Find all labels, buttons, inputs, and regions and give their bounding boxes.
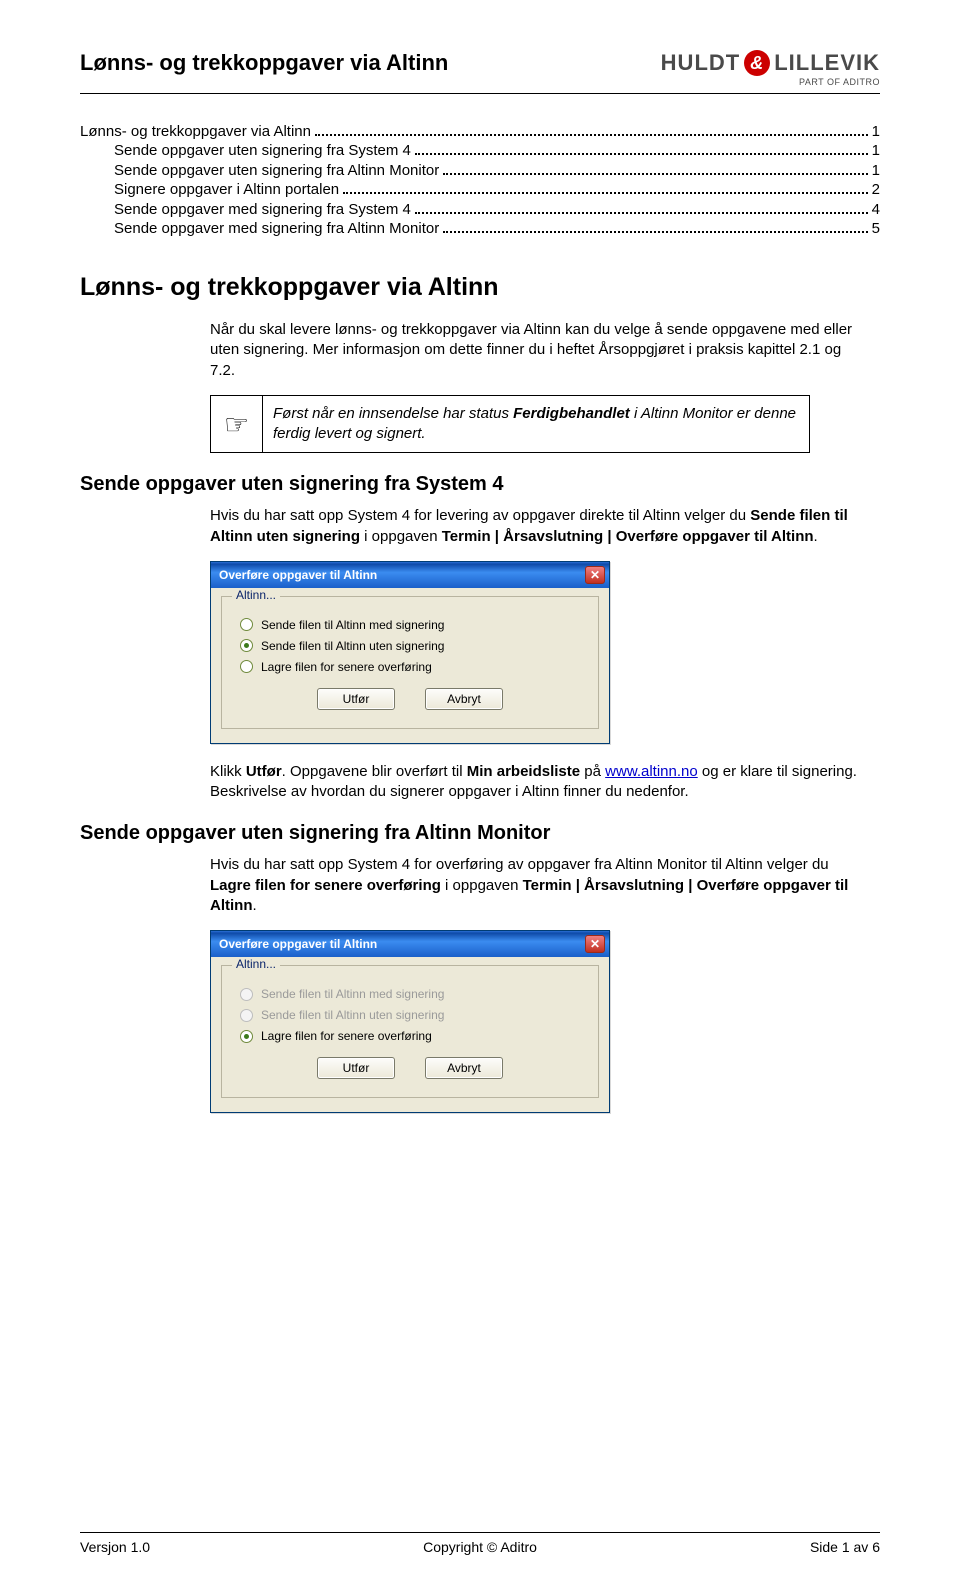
radio-label: Sende filen til Altinn med signering — [261, 987, 444, 1001]
text: Hvis du har satt opp System 4 for overfø… — [210, 856, 829, 873]
radio-label: Lagre filen for senere overføring — [261, 1029, 432, 1043]
radio-option: Sende filen til Altinn uten signering — [240, 1008, 580, 1022]
text: . — [814, 528, 818, 545]
toc-page: 1 — [872, 123, 880, 140]
footer-version: Versjon 1.0 — [80, 1539, 150, 1555]
brand-left: HULDT — [661, 50, 741, 76]
dialog-fieldset: Altinn... Sende filen til Altinn med sig… — [221, 965, 599, 1098]
toc-page: 2 — [872, 181, 880, 198]
text-bold: Min arbeidsliste — [467, 763, 580, 780]
toc-leader — [443, 161, 867, 175]
cancel-button[interactable]: Avbryt — [425, 688, 503, 710]
section1-after-paragraph: Klikk Utfør. Oppgavene blir overført til… — [210, 762, 870, 803]
dialog-titlebar[interactable]: Overføre oppgaver til Altinn ✕ — [211, 931, 609, 957]
page-footer: Versjon 1.0 Copyright © Aditro Side 1 av… — [80, 1532, 880, 1555]
toc-leader — [343, 181, 868, 195]
fieldset-legend: Altinn... — [232, 957, 280, 971]
toc-leader — [443, 220, 867, 234]
text: . — [253, 897, 257, 914]
execute-button[interactable]: Utfør — [317, 1057, 395, 1079]
text: Klikk — [210, 763, 246, 780]
text-bold: Utfør — [246, 763, 282, 780]
dialog-title: Overføre oppgaver til Altinn — [219, 937, 377, 951]
section1-paragraph: Hvis du har satt opp System 4 for leveri… — [210, 506, 870, 547]
note-pre: Først når en innsendelse har status — [273, 405, 513, 422]
toc-label: Signere oppgaver i Altinn portalen — [114, 181, 339, 198]
toc-leader — [415, 142, 868, 156]
section2-heading: Sende oppgaver uten signering fra Altinn… — [80, 822, 880, 845]
radio-option: Sende filen til Altinn med signering — [240, 987, 580, 1001]
intro-paragraph: Når du skal levere lønns- og trekkoppgav… — [210, 320, 870, 381]
note-box: ☞ Først når en innsendelse har status Fe… — [210, 395, 810, 454]
radio-option[interactable]: Lagre filen for senere overføring — [240, 660, 580, 674]
text-bold: Termin | Årsavslutning | Overføre oppgav… — [442, 528, 814, 545]
text: i oppgaven — [441, 877, 523, 894]
main-heading: Lønns- og trekkoppgaver via Altinn — [80, 273, 880, 302]
altinn-link[interactable]: www.altinn.no — [605, 763, 698, 780]
footer-page-number: Side 1 av 6 — [810, 1539, 880, 1555]
header-divider — [80, 93, 880, 94]
fieldset-legend: Altinn... — [232, 588, 280, 602]
radio-icon — [240, 660, 253, 673]
brand-subtitle: PART OF ADITRO — [799, 77, 880, 87]
dialog-title: Overføre oppgaver til Altinn — [219, 568, 377, 582]
cancel-button[interactable]: Avbryt — [425, 1057, 503, 1079]
radio-label: Lagre filen for senere overføring — [261, 660, 432, 674]
section2-paragraph: Hvis du har satt opp System 4 for overfø… — [210, 855, 870, 916]
toc-item[interactable]: Sende oppgaver med signering fra System … — [80, 200, 880, 218]
radio-label: Sende filen til Altinn uten signering — [261, 1008, 444, 1022]
radio-label: Sende filen til Altinn uten signering — [261, 639, 444, 653]
brand-logo: HULDT & LILLEVIK PART OF ADITRO — [661, 50, 880, 87]
radio-icon — [240, 618, 253, 631]
radio-label: Sende filen til Altinn med signering — [261, 618, 444, 632]
toc-label: Sende oppgaver uten signering fra System… — [114, 142, 411, 159]
text: på — [580, 763, 605, 780]
toc-label: Sende oppgaver uten signering fra Altinn… — [114, 162, 439, 179]
toc-item[interactable]: Sende oppgaver uten signering fra System… — [80, 142, 880, 160]
footer-copyright: Copyright © Aditro — [423, 1539, 537, 1555]
toc-leader — [315, 122, 868, 136]
toc-item[interactable]: Lønns- og trekkoppgaver via Altinn 1 — [80, 122, 880, 140]
text: Hvis du har satt opp System 4 for leveri… — [210, 507, 750, 524]
toc-label: Sende oppgaver med signering fra Altinn … — [114, 220, 439, 237]
text: . Oppgavene blir overført til — [282, 763, 467, 780]
note-bold: Ferdigbehandlet — [513, 405, 630, 422]
toc-item[interactable]: Signere oppgaver i Altinn portalen 2 — [80, 181, 880, 199]
footer-divider — [80, 1532, 880, 1533]
toc-label: Lønns- og trekkoppgaver via Altinn — [80, 123, 311, 140]
pointing-hand-icon: ☞ — [211, 396, 263, 453]
brand-ampersand-icon: & — [744, 50, 770, 76]
toc-page: 1 — [872, 162, 880, 179]
dialog-transfer-altinn: Overføre oppgaver til Altinn ✕ Altinn...… — [210, 561, 610, 744]
execute-button[interactable]: Utfør — [317, 688, 395, 710]
dialog-fieldset: Altinn... Sende filen til Altinn med sig… — [221, 596, 599, 729]
toc-leader — [415, 200, 868, 214]
dialog-transfer-altinn-2: Overføre oppgaver til Altinn ✕ Altinn...… — [210, 930, 610, 1113]
radio-option[interactable]: Lagre filen for senere overføring — [240, 1029, 580, 1043]
close-icon[interactable]: ✕ — [585, 935, 605, 953]
toc-page: 4 — [872, 201, 880, 218]
radio-option[interactable]: Sende filen til Altinn uten signering — [240, 639, 580, 653]
radio-icon — [240, 1009, 253, 1022]
radio-icon — [240, 988, 253, 1001]
radio-option[interactable]: Sende filen til Altinn med signering — [240, 618, 580, 632]
dialog-titlebar[interactable]: Overføre oppgaver til Altinn ✕ — [211, 562, 609, 588]
radio-icon — [240, 639, 253, 652]
close-icon[interactable]: ✕ — [585, 566, 605, 584]
page-title: Lønns- og trekkoppgaver via Altinn — [80, 50, 448, 76]
table-of-contents: Lønns- og trekkoppgaver via Altinn 1 Sen… — [80, 122, 880, 237]
radio-icon — [240, 1030, 253, 1043]
toc-item[interactable]: Sende oppgaver med signering fra Altinn … — [80, 220, 880, 238]
brand-right: LILLEVIK — [774, 50, 880, 76]
toc-page: 5 — [872, 220, 880, 237]
toc-label: Sende oppgaver med signering fra System … — [114, 201, 411, 218]
section1-heading: Sende oppgaver uten signering fra System… — [80, 473, 880, 496]
text-bold: Lagre filen for senere overføring — [210, 877, 441, 894]
toc-item[interactable]: Sende oppgaver uten signering fra Altinn… — [80, 161, 880, 179]
toc-page: 1 — [872, 142, 880, 159]
note-text: Først når en innsendelse har status Ferd… — [263, 396, 809, 453]
text: i oppgaven — [360, 528, 442, 545]
